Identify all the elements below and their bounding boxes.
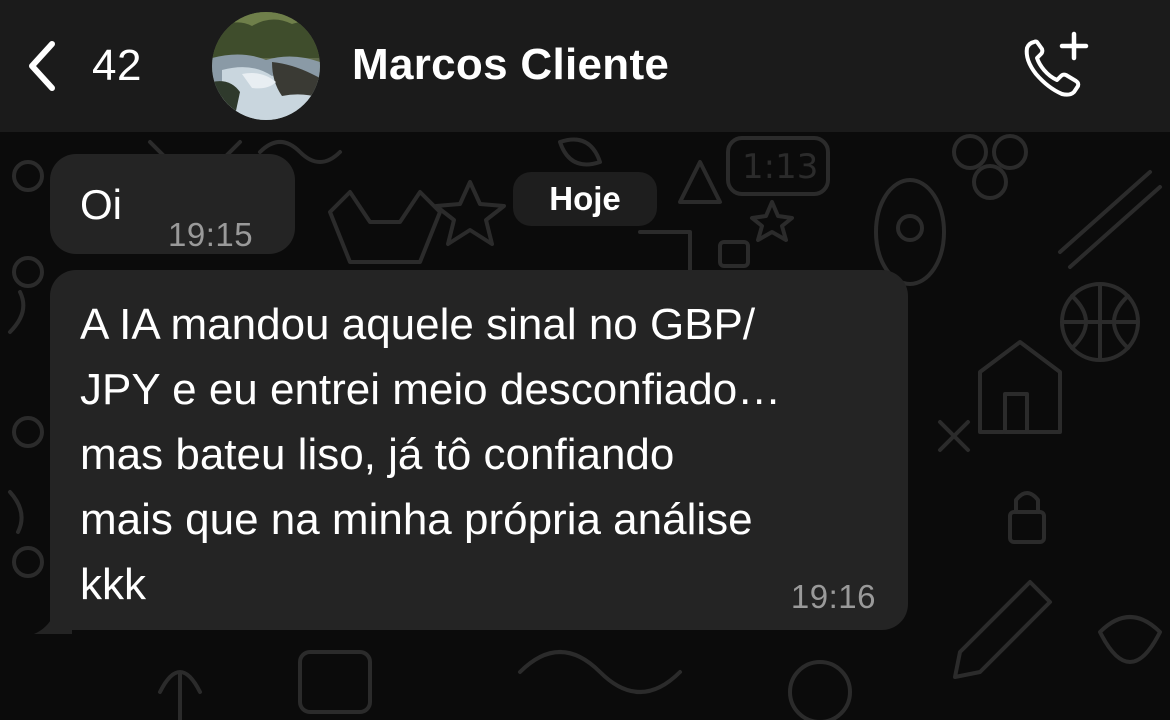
unread-count: 42	[92, 41, 142, 90]
message-text: Oi	[80, 181, 122, 228]
add-call-icon	[1020, 30, 1092, 102]
svg-text:1:13: 1:13	[742, 147, 818, 187]
back-button[interactable]: 42	[22, 30, 172, 102]
message-time: 19:15	[168, 216, 254, 253]
chevron-left-icon	[22, 36, 62, 96]
chat-screen: 42 Marcos Cliente 1:13 Oi 19:15 Hoje A I…	[0, 0, 1170, 720]
add-call-button[interactable]	[1020, 30, 1092, 102]
message-bubble-incoming[interactable]: A IA mandou aquele sinal no GBP/ JPY e e…	[50, 270, 908, 630]
chat-header: 42 Marcos Cliente	[0, 0, 1170, 132]
message-time: 19:16	[790, 578, 876, 615]
date-separator: Hoje	[513, 172, 657, 226]
message-text: A IA mandou aquele sinal no GBP/ JPY e e…	[80, 300, 782, 609]
chat-area[interactable]: 1:13 Oi 19:15 Hoje A IA mandou aquele si…	[0, 132, 1170, 720]
message-bubble-incoming[interactable]: Oi 19:15	[50, 154, 295, 254]
avatar[interactable]	[212, 12, 320, 120]
contact-name[interactable]: Marcos Cliente	[352, 40, 669, 90]
